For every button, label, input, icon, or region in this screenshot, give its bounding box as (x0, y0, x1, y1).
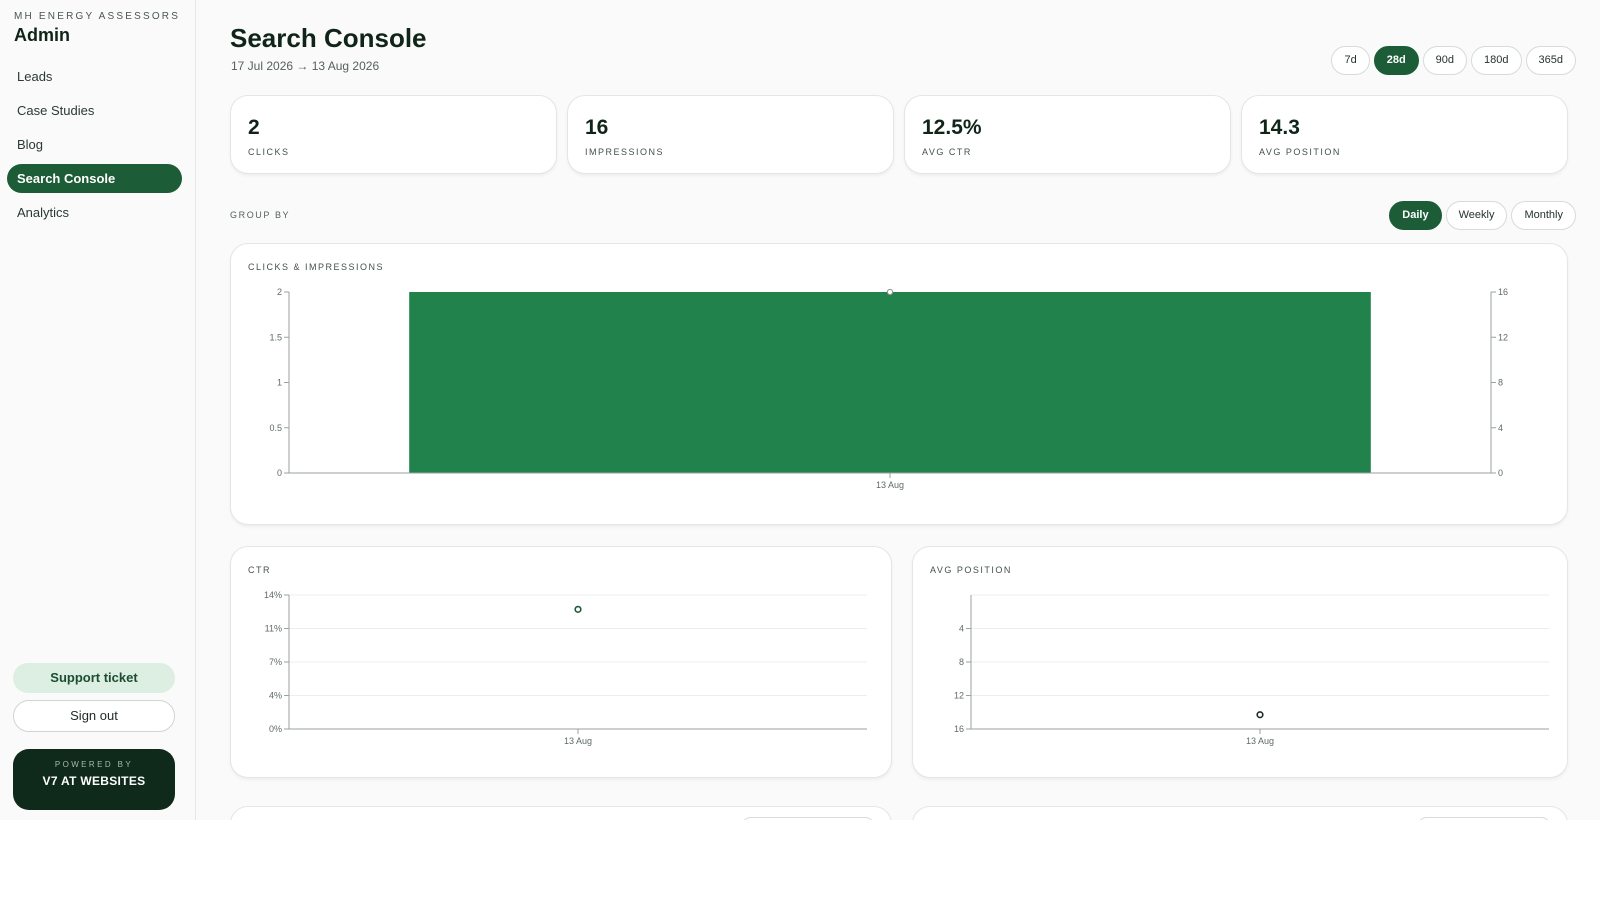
range-28d-button[interactable]: 28d (1373, 46, 1419, 75)
main-content: Search Console 17 Jul 2026 → 13 Aug 2026… (196, 0, 1600, 820)
group-monthly-button[interactable]: Monthly (1511, 201, 1576, 230)
y-tick-label: 4 (959, 624, 964, 634)
avg-position-point (1256, 711, 1264, 719)
y2-tick-label: 4 (1498, 423, 1503, 433)
avg-position-chart-card: AVG POSITION 4 8 12 16 13 Aug (912, 546, 1568, 778)
x-tick-label: 13 Aug (1246, 736, 1274, 746)
avg-position-chart: 4 8 12 16 13 Aug (954, 594, 1549, 746)
sidebar-item-search-console[interactable]: Search Console (7, 164, 182, 193)
y-tick-label: 2 (277, 287, 282, 297)
group-by-selector: Daily Weekly Monthly (1389, 201, 1576, 230)
stat-value: 12.5% (922, 116, 982, 139)
clicks-bar (409, 292, 1371, 473)
y2-tick-label: 16 (1498, 287, 1508, 297)
support-ticket-button[interactable]: Support ticket (13, 663, 175, 693)
powered-by-badge[interactable]: POWERED BY V7 AT WEBSITES (13, 749, 175, 810)
y2-tick-label: 12 (1498, 332, 1508, 342)
x-tick-label: 13 Aug (876, 480, 904, 490)
card-control-button[interactable] (1417, 817, 1551, 820)
y-tick-label: 0% (269, 724, 282, 734)
ctr-chart: 0% 4% 7% 11% 14% 13 Aug (264, 590, 867, 746)
y-tick-label: 14% (264, 590, 282, 600)
sidebar-item-analytics[interactable]: Analytics (7, 198, 182, 227)
group-daily-button[interactable]: Daily (1389, 201, 1442, 230)
stat-card-clicks: 2 CLICKS (230, 95, 557, 174)
group-by-label: GROUP BY (230, 210, 291, 220)
stat-label: IMPRESSIONS (585, 147, 665, 157)
impressions-point (886, 288, 894, 296)
ctr-chart-card: CTR 0% 4% 7% 11% 14% 13 Aug (230, 546, 892, 778)
card-control-button[interactable] (741, 817, 875, 820)
stat-card-impressions: 16 IMPRESSIONS (567, 95, 894, 174)
y-tick-label: 12 (954, 691, 964, 701)
y-tick-label: 16 (954, 724, 964, 734)
stat-label: AVG CTR (922, 147, 972, 157)
stat-label: CLICKS (248, 147, 290, 157)
y2-tick-label: 8 (1498, 378, 1503, 388)
sidebar-item-blog[interactable]: Blog (7, 130, 182, 159)
stat-card-avg-ctr: 12.5% AVG CTR (904, 95, 1231, 174)
clicks-impressions-chart-card: CLICKS & IMPRESSIONS 13 Aug 0 0.5 1 1.5 2 0 4 8 1… (230, 243, 1568, 525)
x-tick-label: 13 Aug (564, 736, 592, 746)
date-range: 17 Jul 2026 → 13 Aug 2026 (231, 59, 380, 73)
bottom-card-right (912, 806, 1568, 820)
page-title: Search Console (230, 23, 427, 53)
bottom-card-left (230, 806, 892, 820)
y-tick-label: 8 (959, 657, 964, 667)
brand-title: Admin (14, 25, 70, 45)
stat-value: 14.3 (1259, 116, 1300, 139)
powered-by-name: V7 AT WEBSITES (42, 774, 146, 788)
ctr-point (574, 605, 582, 613)
range-7d-button[interactable]: 7d (1331, 46, 1370, 75)
y-tick-label: 0.5 (269, 423, 282, 433)
y-tick-label: 4% (269, 691, 282, 701)
sign-out-button[interactable]: Sign out (13, 700, 175, 732)
y-tick-label: 0 (277, 468, 282, 478)
y-tick-label: 11% (265, 624, 282, 634)
sidebar-item-leads[interactable]: Leads (7, 62, 182, 91)
range-365d-button[interactable]: 365d (1525, 46, 1576, 75)
stat-value: 16 (585, 116, 609, 139)
powered-by-kicker: POWERED BY (54, 760, 134, 769)
range-90d-button[interactable]: 90d (1422, 46, 1468, 75)
range-180d-button[interactable]: 180d (1471, 46, 1522, 75)
y-tick-label: 1.5 (269, 332, 282, 342)
y2-tick-label: 0 (1498, 468, 1503, 478)
stats-row: 2 CLICKS 16 IMPRESSIONS 12.5% AVG CTR 14… (230, 95, 1568, 174)
app-window: MH ENERGY ASSESSORS Admin Leads Case Stu… (0, 0, 1600, 820)
y-tick-label: 7% (269, 657, 282, 667)
sidebar: MH ENERGY ASSESSORS Admin Leads Case Stu… (0, 0, 196, 820)
stat-card-avg-position: 14.3 AVG POSITION (1241, 95, 1568, 174)
stat-label: AVG POSITION (1259, 147, 1341, 157)
y-tick-label: 1 (277, 378, 282, 388)
brand-kicker: MH ENERGY ASSESSORS (14, 11, 181, 22)
sidebar-nav: Leads Case Studies Blog Search Console A… (7, 62, 182, 232)
group-weekly-button[interactable]: Weekly (1445, 201, 1508, 230)
date-range-selector: 7d 28d 90d 180d 365d (1331, 46, 1576, 75)
clicks-impressions-chart: 13 Aug 0 0.5 1 1.5 2 0 4 8 12 16 (269, 287, 1508, 490)
stat-value: 2 (248, 116, 260, 139)
sidebar-item-case-studies[interactable]: Case Studies (7, 96, 182, 125)
